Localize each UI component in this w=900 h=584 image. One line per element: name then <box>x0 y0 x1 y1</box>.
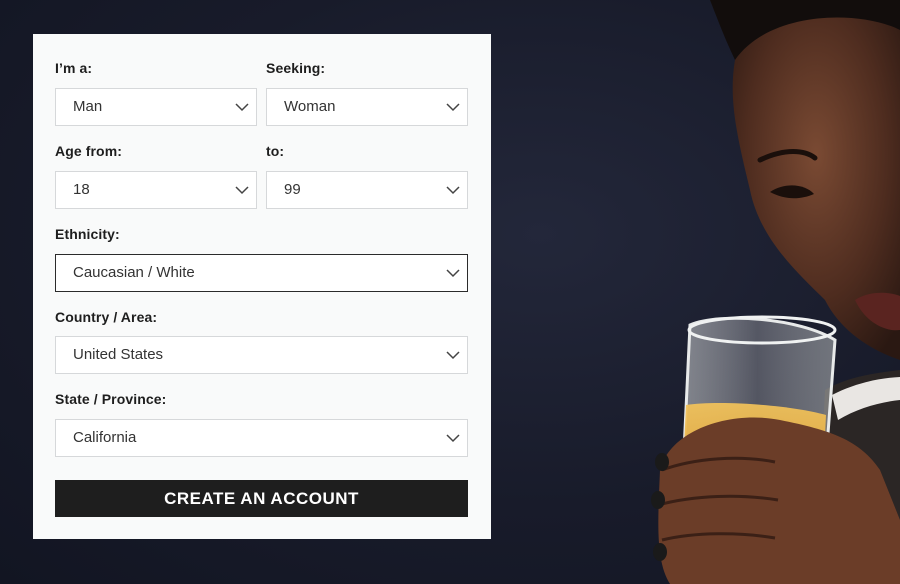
state-select-value: California <box>73 429 137 446</box>
chevron-down-icon <box>446 434 460 443</box>
chevron-down-icon <box>446 269 460 278</box>
woman-drinking-juice-photo <box>651 0 900 584</box>
country-select[interactable]: United States <box>55 336 468 374</box>
seeking-select[interactable]: Woman <box>266 88 468 126</box>
state-select[interactable]: California <box>55 419 468 457</box>
age-to-select-value: 99 <box>284 181 301 198</box>
create-account-button[interactable]: CREATE AN ACCOUNT <box>55 480 468 517</box>
age-from-select-value: 18 <box>73 181 90 198</box>
state-label: State / Province: <box>55 391 167 407</box>
seeking-select-value: Woman <box>284 98 336 115</box>
gender-select-value: Man <box>73 98 103 115</box>
age-to-select[interactable]: 99 <box>266 171 468 209</box>
ethnicity-select[interactable]: Caucasian / White <box>55 254 468 292</box>
country-select-value: United States <box>73 346 164 363</box>
chevron-down-icon <box>446 103 460 112</box>
chevron-down-icon <box>235 186 249 195</box>
country-label: Country / Area: <box>55 309 158 325</box>
gender-label: I’m a: <box>55 60 93 76</box>
age-from-select[interactable]: 18 <box>55 171 257 209</box>
chevron-down-icon <box>446 186 460 195</box>
seeking-label: Seeking: <box>266 60 326 76</box>
chevron-down-icon <box>446 351 460 360</box>
ethnicity-select-value: Caucasian / White <box>73 264 195 281</box>
page: I’m a: Man Seeking: Woman Age from: 18 t… <box>0 0 900 584</box>
ethnicity-label: Ethnicity: <box>55 226 120 242</box>
signup-form-card: I’m a: Man Seeking: Woman Age from: 18 t… <box>33 34 491 539</box>
chevron-down-icon <box>235 103 249 112</box>
age-from-label: Age from: <box>55 143 123 159</box>
age-to-label: to: <box>266 143 285 159</box>
gender-select[interactable]: Man <box>55 88 257 126</box>
